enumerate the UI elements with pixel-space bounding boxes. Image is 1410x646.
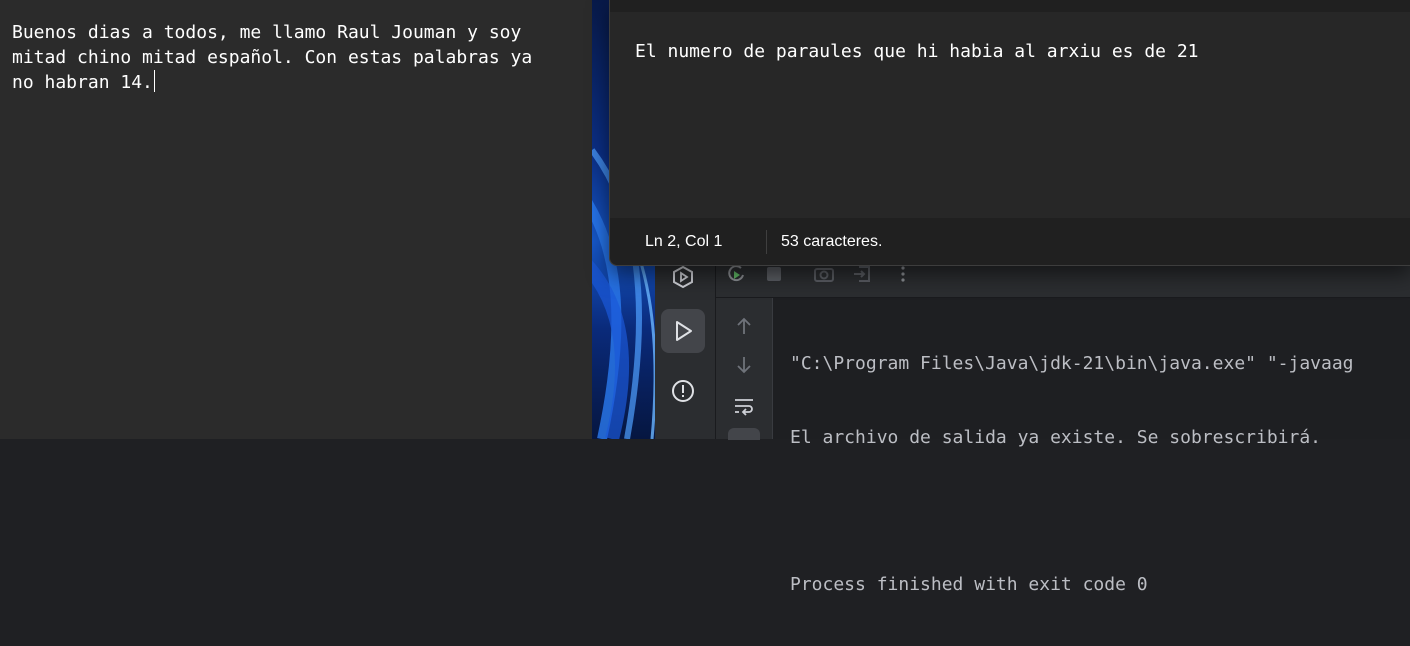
- console-line: Process finished with exit code 0: [790, 573, 1148, 595]
- screenshot-button[interactable]: [813, 263, 835, 285]
- run-console[interactable]: "C:\Program Files\Java\jdk-21\bin\java.e…: [790, 303, 1354, 646]
- editor-line-1: Buenos dias a todos, me llamo Raul Jouma…: [12, 22, 522, 43]
- soft-wrap-button[interactable]: [732, 394, 756, 418]
- cursor-position: Ln 2, Col 1: [645, 233, 723, 250]
- run-tool-button[interactable]: [661, 309, 705, 353]
- gutter-button-partial[interactable]: [728, 428, 760, 440]
- left-editor[interactable]: Buenos dias a todos, me llamo Raul Jouma…: [0, 0, 592, 439]
- arrow-up-icon: [737, 317, 751, 334]
- stop-icon: [767, 267, 781, 281]
- services-icon: [673, 265, 693, 289]
- console-line: El archivo de salida ya existe. Se sobre…: [790, 426, 1322, 448]
- soft-wrap-icon: [735, 399, 753, 416]
- console-gutter: [716, 298, 773, 440]
- scroll-up-button[interactable]: [732, 314, 756, 338]
- console-line: "C:\Program Files\Java\jdk-21\bin\java.e…: [790, 353, 1354, 374]
- problems-icon: [672, 380, 694, 402]
- tool-window-strip: [655, 255, 716, 439]
- character-count: 53 caracteres.: [781, 233, 883, 250]
- notepad-window: El numero de paraules que hi habia al ar…: [609, 0, 1410, 266]
- editor-line-2: mitad chino mitad español. Con estas pal…: [12, 47, 533, 68]
- ide-run-window: "C:\Program Files\Java\jdk-21\bin\java.e…: [655, 255, 1410, 595]
- status-divider: [766, 230, 767, 254]
- camera-icon: [814, 268, 834, 282]
- notepad-text-area[interactable]: El numero de paraules que hi habia al ar…: [635, 40, 1199, 64]
- more-icon: [901, 266, 905, 282]
- notepad-top-bar: [610, 0, 1410, 12]
- exit-button[interactable]: [851, 263, 873, 285]
- exit-icon: [854, 266, 870, 282]
- stop-button[interactable]: [763, 263, 785, 285]
- more-button[interactable]: [892, 263, 914, 285]
- notepad-status-bar: Ln 2, Col 1 53 caracteres.: [610, 218, 1410, 265]
- run-icon: [676, 321, 692, 341]
- rerun-button[interactable]: [725, 263, 747, 285]
- editor-line-3: no habran 14.: [12, 70, 590, 95]
- scroll-down-button[interactable]: [732, 353, 756, 377]
- editor-line-3-text: no habran 14.: [12, 72, 153, 93]
- problems-button[interactable]: [661, 369, 705, 413]
- text-caret: [153, 70, 155, 92]
- left-editor-text[interactable]: Buenos dias a todos, me llamo Raul Jouma…: [12, 20, 590, 95]
- rerun-icon: [728, 265, 744, 282]
- arrow-down-icon: [737, 357, 751, 374]
